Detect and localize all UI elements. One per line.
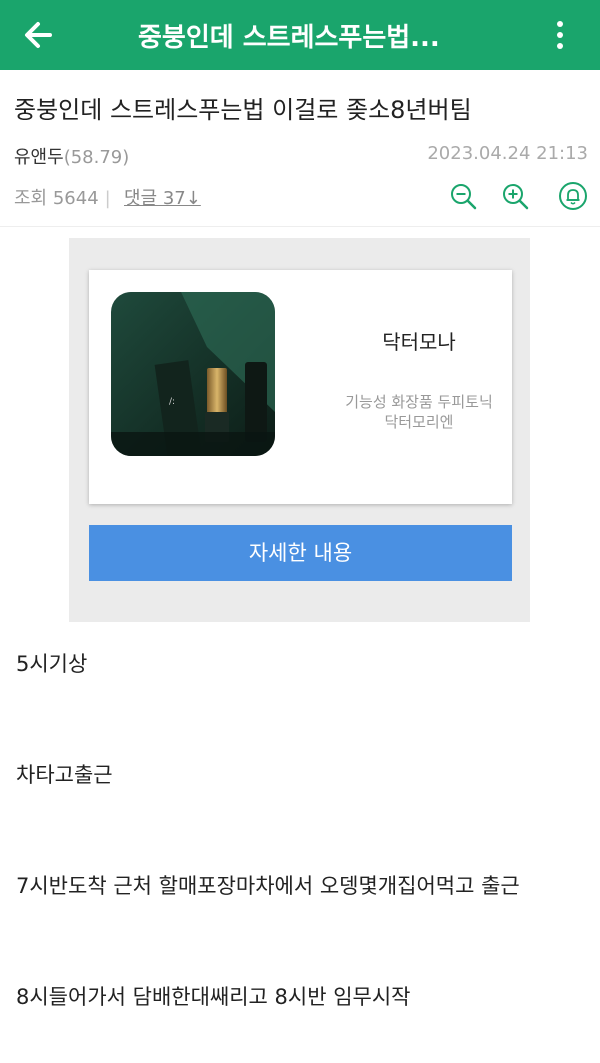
arrow-left-icon (25, 22, 52, 48)
ad-card[interactable]: /: 닥터모나 기능성 화장품 두피토닉 닥터모리엔 (89, 270, 512, 504)
notification-button[interactable] (557, 180, 589, 212)
ad-description-line: 닥터모리엔 (384, 413, 454, 431)
ad-details-button[interactable]: 자세한 내용 (89, 525, 512, 581)
ad-container: /: 닥터모나 기능성 화장품 두피토닉 닥터모리엔 자세한 내용 (69, 238, 530, 622)
app-bar: 중붕인데 스트레스푸는법... (0, 0, 600, 70)
more-button[interactable] (548, 15, 572, 55)
bell-icon (559, 182, 587, 210)
zoom-in-button[interactable] (499, 180, 531, 212)
ad-product-image[interactable]: /: (111, 292, 275, 456)
ad-description-line: 기능성 화장품 두피토닉 (345, 393, 493, 411)
comment-count-link[interactable]: 댓글 37↓ (124, 184, 201, 210)
back-button[interactable] (20, 15, 60, 55)
content-line: 7시반도착 근처 할매포장마차에서 오뎅몇개집어먹고 출근 (16, 874, 520, 898)
more-vertical-icon (557, 21, 563, 49)
post-title: 중붕인데 스트레스푸는법 이걸로 좆소8년버팀 (14, 96, 472, 124)
svg-text:/:: /: (169, 397, 175, 407)
content-line: 차타고출근 (16, 763, 113, 787)
ad-brand-name: 닥터모나 (382, 330, 456, 354)
zoom-out-button[interactable] (447, 180, 479, 212)
header-divider (0, 226, 600, 227)
author-info[interactable]: 유앤두(58.79) (14, 143, 129, 169)
product-photo: /: (111, 292, 275, 456)
app-bar-title: 중붕인데 스트레스푸는법... (138, 23, 440, 53)
author-score: (58.79) (63, 147, 130, 168)
post-date: 2023.04.24 21:13 (427, 143, 588, 164)
zoom-in-icon (503, 184, 529, 210)
content-line: 5시기상 (16, 652, 88, 676)
content-line: 8시들어가서 담배한대쌔리고 8시반 임무시작 (16, 985, 411, 1009)
view-count: 조회 5644 | (14, 184, 117, 210)
view-count-label: 조회 5644 (14, 188, 99, 209)
zoom-out-icon (451, 184, 477, 210)
author-name[interactable]: 유앤두 (14, 147, 64, 168)
ad-description: 기능성 화장품 두피토닉 닥터모리엔 (309, 392, 529, 432)
meta-separator: | (104, 188, 111, 209)
